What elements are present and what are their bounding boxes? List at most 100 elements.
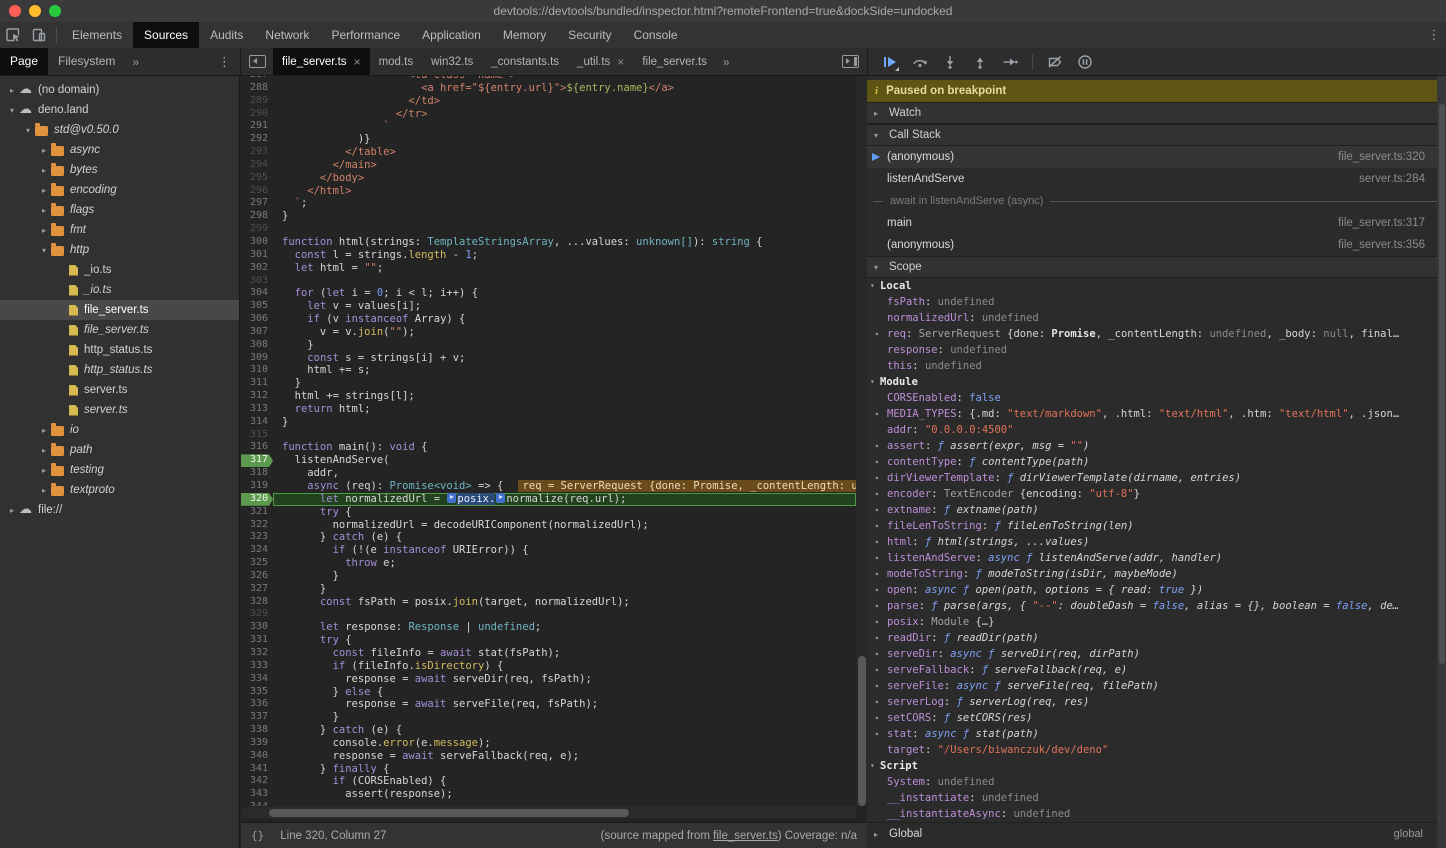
line-number[interactable]: 334	[241, 673, 273, 686]
line-content[interactable]: try {	[273, 634, 856, 647]
pretty-print-icon[interactable]: {}	[251, 829, 264, 842]
tree-item-http-status-ts[interactable]: http_status.ts	[0, 360, 239, 380]
chevron-right-icon[interactable]: ▸	[875, 678, 884, 694]
chevron-right-icon[interactable]: ▸	[875, 646, 884, 662]
tab-network[interactable]: Network	[254, 22, 320, 48]
close-icon[interactable]: ×	[354, 55, 361, 69]
scrollbar-thumb[interactable]	[269, 809, 629, 817]
code-area[interactable]: 287 <td class="name">288 <a href="${entr…	[241, 76, 856, 806]
tree-item-deno-land[interactable]: ▾☁deno.land	[0, 100, 239, 120]
chevron-right-icon[interactable]: ▸	[6, 506, 18, 515]
chevron-right-icon[interactable]: ▸	[875, 502, 884, 518]
tab-application[interactable]: Application	[411, 22, 492, 48]
line-number[interactable]: 288	[241, 82, 273, 95]
chevron-right-icon[interactable]: ▸	[875, 470, 884, 486]
tree-item-http-status-ts[interactable]: http_status.ts	[0, 340, 239, 360]
hide-debugger-sidebar-icon[interactable]	[842, 55, 859, 68]
line-content[interactable]: }	[273, 583, 856, 596]
line-number[interactable]: 330	[241, 621, 273, 634]
scope-property[interactable]: ▸assert: ƒ assert(expr, msg = "")	[867, 438, 1437, 454]
tree-item-path[interactable]: ▸path	[0, 440, 239, 460]
tree-item-fmt[interactable]: ▸fmt	[0, 220, 239, 240]
line-content[interactable]: let normalizedUrl = posix.normalize(req.…	[273, 493, 856, 506]
line-content[interactable]: response = await serveFile(req, fsPath);	[273, 698, 856, 711]
chevron-right-icon[interactable]: ▸	[38, 206, 50, 215]
line-number[interactable]: 316	[241, 441, 273, 454]
line-content[interactable]: function html(strings: TemplateStringsAr…	[273, 236, 856, 249]
resume-script-button[interactable]	[878, 50, 902, 74]
line-content[interactable]: `	[273, 120, 856, 133]
line-number[interactable]: 292	[241, 133, 273, 146]
tree-item-file-server-ts[interactable]: file_server.ts	[0, 320, 239, 340]
tab-performance[interactable]: Performance	[320, 22, 411, 48]
line-number[interactable]: 293	[241, 146, 273, 159]
line-number[interactable]: 338	[241, 724, 273, 737]
line-content[interactable]: let response: Response | undefined;	[273, 621, 856, 634]
line-content[interactable]	[273, 223, 856, 236]
line-number[interactable]: 296	[241, 185, 273, 198]
line-content[interactable]: function main(): void {	[273, 441, 856, 454]
editor-vertical-scrollbar[interactable]	[856, 76, 867, 806]
line-number[interactable]: 332	[241, 647, 273, 660]
line-content[interactable]: </tr>	[273, 108, 856, 121]
chevron-right-icon[interactable]: ▸	[875, 582, 884, 598]
line-content[interactable]: </td>	[273, 95, 856, 108]
line-number[interactable]: 342	[241, 775, 273, 788]
line-content[interactable]: }	[273, 377, 856, 390]
close-icon[interactable]: ×	[617, 55, 624, 69]
minimize-window-button[interactable]	[29, 5, 41, 17]
chevron-right-icon[interactable]: ▸	[875, 614, 884, 630]
line-number[interactable]: 313	[241, 403, 273, 416]
scope-property[interactable]: addr: "0.0.0.0:4500"	[867, 422, 1437, 438]
line-number[interactable]: 314	[241, 416, 273, 429]
tree-item-io[interactable]: ▸io	[0, 420, 239, 440]
line-content[interactable]: const l = strings.length - 1;	[273, 249, 856, 262]
line-number[interactable]: 318	[241, 467, 273, 480]
call-stack-frame-anonymous[interactable]: (anonymous)file_server.ts:356	[867, 234, 1437, 256]
chevron-right-icon[interactable]: ▸	[875, 406, 884, 422]
chevron-down-icon[interactable]: ▾	[38, 246, 50, 255]
chevron-right-icon[interactable]: ▸	[875, 694, 884, 710]
tree-item-async[interactable]: ▸async	[0, 140, 239, 160]
line-content[interactable]: listenAndServe(	[273, 454, 856, 467]
line-number[interactable]: 321	[241, 506, 273, 519]
line-number[interactable]: 307	[241, 326, 273, 339]
scope-global-row[interactable]: ▸ Global global	[867, 822, 1437, 845]
chevron-right-icon[interactable]: ▸	[875, 662, 884, 678]
line-number[interactable]: 336	[241, 698, 273, 711]
call-stack-section-header[interactable]: ▾ Call Stack	[867, 124, 1437, 146]
chevron-right-icon[interactable]: ▸	[38, 226, 50, 235]
editor-tabs-overflow-icon[interactable]: »	[716, 55, 737, 69]
line-number[interactable]: 298	[241, 210, 273, 223]
chevron-down-icon[interactable]: ▾	[6, 106, 18, 115]
navigator-tab-page[interactable]: Page	[0, 48, 48, 75]
scope-property[interactable]: ▸modeToString: ƒ modeToString(isDir, may…	[867, 566, 1437, 582]
zoom-window-button[interactable]	[49, 5, 61, 17]
tree-item-no-domain[interactable]: ▸☁(no domain)	[0, 80, 239, 100]
line-content[interactable]: let html = "";	[273, 262, 856, 275]
line-content[interactable]	[273, 608, 856, 621]
scope-property[interactable]: normalizedUrl: undefined	[867, 310, 1437, 326]
editor-tab-win32-ts[interactable]: win32.ts	[422, 48, 482, 75]
scope-property[interactable]: ▸extname: ƒ extname(path)	[867, 502, 1437, 518]
line-number[interactable]: 294	[241, 159, 273, 172]
line-content[interactable]: response = await serveDir(req, fsPath);	[273, 673, 856, 686]
call-stack-frame-main[interactable]: mainfile_server.ts:317	[867, 212, 1437, 234]
line-content[interactable]: )}	[273, 133, 856, 146]
line-content[interactable]: if (v instanceof Array) {	[273, 313, 856, 326]
line-number[interactable]: 319	[241, 480, 273, 493]
deactivate-breakpoints-button[interactable]	[1043, 50, 1067, 74]
chevron-right-icon[interactable]: ▸	[38, 446, 50, 455]
navigator-menu-icon[interactable]: ⋮	[209, 54, 240, 70]
line-number[interactable]: 322	[241, 519, 273, 532]
line-content[interactable]: }	[273, 570, 856, 583]
step-over-button[interactable]	[908, 50, 932, 74]
scope-property[interactable]: ▸MEDIA_TYPES: {.md: "text/markdown", .ht…	[867, 406, 1437, 422]
step-into-button[interactable]	[938, 50, 962, 74]
chevron-right-icon[interactable]: ▸	[875, 454, 884, 470]
line-number[interactable]: 297	[241, 197, 273, 210]
line-content[interactable]: addr,	[273, 467, 856, 480]
line-content[interactable]: } catch (e) {	[273, 531, 856, 544]
line-number[interactable]: 325	[241, 557, 273, 570]
tab-audits[interactable]: Audits	[199, 22, 254, 48]
